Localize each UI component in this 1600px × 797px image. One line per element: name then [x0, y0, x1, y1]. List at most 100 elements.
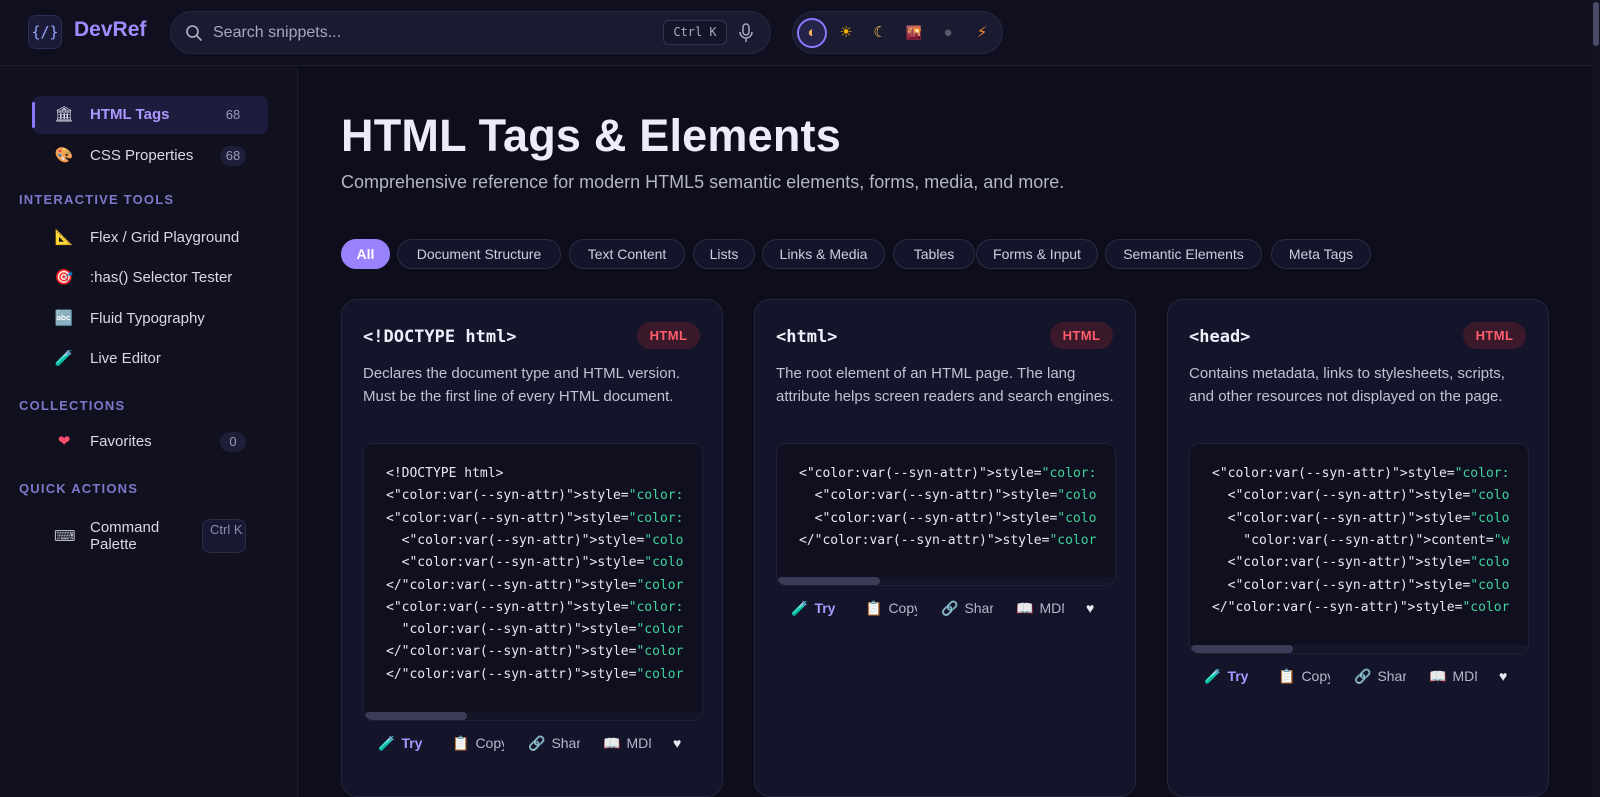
code-string: "w: [1493, 532, 1510, 548]
code-text: "color:var(--syn-attr)">content=: [1212, 532, 1494, 548]
sidebar-item-html-tags[interactable]: 🏛 HTML Tags 68: [32, 96, 268, 134]
mdn-button[interactable]: 📖 MDN: [1016, 591, 1064, 625]
abc-icon: 🔤: [54, 310, 74, 327]
code-scrollbar[interactable]: [364, 712, 702, 720]
code-text: "color:var(--syn-attr)">style=: [386, 622, 637, 638]
code-string: "colo: [1470, 555, 1510, 571]
copy-label: Copy: [475, 735, 504, 751]
sidebar-item-css-properties[interactable]: 🎨 CSS Properties 68: [32, 137, 268, 175]
card-title: <!DOCTYPE html>: [363, 327, 517, 347]
code-line: <"color:var(--syn-attr)">style="colo: [799, 511, 1097, 526]
code-block[interactable]: </"color:var(--syn-attr)">style="color </…: [363, 443, 703, 721]
theme-dark-icon[interactable]: ☾: [865, 18, 895, 48]
try-button[interactable]: 🧪 Try: [791, 591, 846, 625]
filter-chip-forms-input[interactable]: Forms & Input: [976, 239, 1098, 269]
mdn-button[interactable]: 📖 MDN: [603, 726, 651, 760]
book-icon: 📖: [603, 735, 621, 751]
code-line: "color:var(--syn-attr)">content="w: [1212, 533, 1509, 548]
test-tube-icon: 🧪: [791, 600, 809, 616]
card-description: Contains metadata, links to stylesheets,…: [1189, 365, 1505, 405]
filter-chip-all[interactable]: All: [341, 239, 390, 269]
link-icon: 🔗: [528, 735, 546, 751]
card-actions: 🧪 Try 📋 Copy 🔗 Share 📖 MDN ♥: [363, 726, 703, 760]
filter-chip-meta-tags[interactable]: Meta Tags: [1271, 239, 1371, 269]
code-line: </"color:var(--syn-attr)">style="color: [386, 578, 683, 593]
code-line: <"color:var(--syn-attr)">style="color:: [386, 488, 683, 503]
theme-midnight-icon[interactable]: ●: [933, 18, 963, 48]
code-string: "color: [636, 622, 684, 638]
theme-energy-icon[interactable]: ⚡: [967, 18, 997, 48]
snippet-card: <!DOCTYPE html> HTML Declares the docume…: [341, 299, 723, 797]
sidebar-item-label: Flex / Grid Playground: [90, 229, 240, 246]
code-scrollbar-thumb[interactable]: [365, 712, 467, 720]
favorite-heart-icon[interactable]: ♥: [1086, 591, 1108, 625]
code-scrollbar[interactable]: [777, 577, 1115, 585]
link-icon: 🔗: [941, 600, 959, 616]
copy-button[interactable]: 📋 Copy: [1278, 659, 1330, 693]
code-scrollbar-thumb[interactable]: [1191, 645, 1293, 653]
favorite-heart-icon[interactable]: ♥: [673, 726, 695, 760]
theme-light-icon[interactable]: ☀: [831, 18, 861, 48]
search-box[interactable]: Ctrl K: [170, 11, 771, 54]
filter-chip-text-content[interactable]: Text Content: [569, 239, 685, 269]
book-icon: 📖: [1429, 668, 1447, 684]
filter-chip-links-media[interactable]: Links & Media: [762, 239, 885, 269]
code-text: <"color:var(--syn-attr)">style=: [1212, 488, 1471, 504]
sidebar-item-has-selector[interactable]: 🎯 :has() Selector Tester: [32, 259, 268, 297]
try-label: Try: [814, 600, 836, 616]
code-text: </"color:var(--syn-attr)">style=: [386, 644, 637, 660]
microphone-icon[interactable]: [737, 23, 755, 43]
copy-button[interactable]: 📋 Copy: [452, 726, 504, 760]
filter-chip-document-structure[interactable]: Document Structure: [397, 239, 561, 269]
try-button[interactable]: 🧪 Try: [1204, 659, 1259, 693]
try-button[interactable]: 🧪 Try: [378, 726, 433, 760]
code-scrollbar-thumb[interactable]: [778, 577, 880, 585]
copy-button[interactable]: 📋 Copy: [865, 591, 917, 625]
code-string: "color:: [628, 510, 684, 526]
code-scrollbar[interactable]: [1190, 645, 1528, 653]
code-line: <!DOCTYPE html>: [386, 466, 503, 481]
mdn-button[interactable]: 📖 MDN: [1429, 659, 1477, 693]
favorite-heart-icon[interactable]: ♥: [1499, 659, 1521, 693]
search-input[interactable]: [213, 12, 593, 53]
card-actions: 🧪 Try 📋 Copy 🔗 Share 📖 MDN ♥: [776, 591, 1116, 625]
share-button[interactable]: 🔗 Share: [941, 591, 993, 625]
filter-chip-lists[interactable]: Lists: [693, 239, 755, 269]
try-label: Try: [401, 735, 423, 751]
code-block[interactable]: </"color:var(--syn-attr)">style="color <…: [776, 443, 1116, 586]
sidebar: 🏛 HTML Tags 68 🎨 CSS Properties 68 INTER…: [0, 67, 298, 797]
code-block[interactable]: </"color:var(--syn-attr)">style="color <…: [1189, 443, 1529, 654]
mdn-label: MDN: [626, 735, 651, 751]
code-line: "color:var(--syn-attr)">style="color: [386, 622, 684, 638]
page-scrollbar[interactable]: [1592, 0, 1600, 797]
sidebar-item-flex-grid[interactable]: 📐 Flex / Grid Playground: [32, 219, 268, 257]
card-title: <head>: [1189, 327, 1251, 347]
code-line: <"color:var(--syn-attr)">style="colo: [386, 533, 684, 548]
heart-icon: ❤: [57, 433, 71, 450]
sidebar-item-fluid-typography[interactable]: 🔤 Fluid Typography: [32, 300, 268, 338]
code-string: "colo: [1057, 488, 1097, 504]
sidebar-item-label: Favorites: [90, 433, 152, 450]
filter-chip-tables[interactable]: Tables: [893, 239, 975, 269]
book-icon: 📖: [1016, 600, 1034, 616]
filter-chip-semantic-elements[interactable]: Semantic Elements: [1105, 239, 1262, 269]
share-label: Share: [551, 735, 580, 751]
sidebar-item-favorites[interactable]: ❤ Favorites 0: [32, 423, 268, 461]
code-string: "color:: [628, 599, 684, 615]
count-badge: 68: [220, 146, 246, 166]
code-line: <"color:var(--syn-attr)">style="colo: [1212, 555, 1510, 571]
sidebar-item-command-palette[interactable]: ⌨ Command Palette Ctrl K: [32, 519, 268, 555]
app-logo-icon[interactable]: {/}: [28, 15, 62, 49]
sidebar-item-label: Live Editor: [90, 350, 161, 367]
share-button[interactable]: 🔗 Share: [528, 726, 580, 760]
theme-auto-icon[interactable]: ◐: [797, 18, 827, 48]
app-name[interactable]: DevRef: [74, 18, 146, 42]
code-text: <"color:var(--syn-attr)">style=: [1212, 577, 1471, 593]
copy-label: Copy: [1301, 668, 1330, 684]
page-scrollbar-thumb[interactable]: [1593, 2, 1599, 46]
theme-sunset-icon[interactable]: 🌇: [899, 18, 929, 48]
sidebar-item-label: Command Palette: [90, 519, 160, 553]
share-button[interactable]: 🔗 Share: [1354, 659, 1406, 693]
building-icon: 🏛: [54, 106, 74, 123]
sidebar-item-live-editor[interactable]: 🧪 Live Editor: [32, 340, 268, 378]
